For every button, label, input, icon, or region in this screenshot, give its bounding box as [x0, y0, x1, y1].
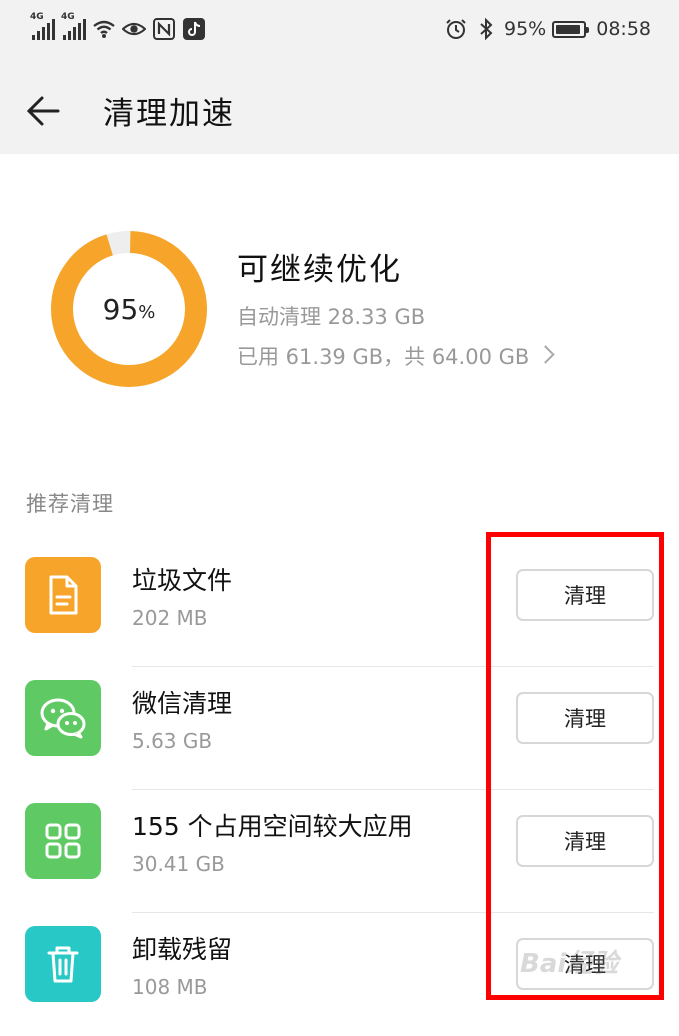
clock: 08:58: [596, 18, 651, 40]
tiktok-icon: [182, 18, 206, 40]
page-title: 清理加速: [103, 96, 235, 132]
document-icon: [49, 575, 78, 615]
item-name: 155 个占用空间较大应用: [132, 812, 413, 841]
storage-usage-link[interactable]: 已用 61.39 GB，共 64.00 GB: [237, 341, 556, 371]
chevron-right-icon: [536, 345, 556, 364]
watermark: Bai经验: [520, 949, 619, 979]
apps-grid-icon: [45, 823, 81, 859]
status-bar: 4G 4G 95% 08:58: [0, 0, 679, 66]
auto-clean-text: 自动清理 28.33 GB: [237, 305, 426, 329]
battery-icon: [552, 20, 590, 38]
storage-used-text: 已用 61.39 GB，共 64.00 GB: [237, 345, 530, 369]
section-label: 推荐清理: [26, 492, 114, 516]
usage-percent-unit: %: [138, 301, 156, 323]
usage-percent-value: 95: [102, 292, 139, 326]
back-arrow-icon: [26, 96, 60, 126]
trash-icon: [47, 946, 79, 983]
item-name: 垃圾文件: [132, 566, 233, 595]
nfc-icon: [152, 18, 176, 40]
battery-percent: 95%: [504, 18, 547, 40]
annotation-highlight-box: [486, 532, 664, 1000]
network-type-label: 4G: [61, 12, 75, 22]
item-size: 202 MB: [132, 606, 208, 630]
bluetooth-icon: [474, 18, 498, 40]
back-button[interactable]: [22, 88, 68, 134]
wechat-icon: [40, 698, 86, 739]
app-bar: 清理加速: [0, 66, 679, 154]
cell-signal-2-icon: 4G: [61, 12, 86, 40]
item-name: 微信清理: [132, 689, 233, 718]
item-size: 108 MB: [132, 975, 208, 999]
item-size: 30.41 GB: [132, 852, 225, 876]
eye-comfort-icon: [122, 18, 146, 40]
wifi-icon: [92, 18, 116, 40]
cell-signal-1-icon: 4G: [30, 12, 55, 40]
alarm-icon: [444, 18, 468, 40]
item-size: 5.63 GB: [132, 729, 213, 753]
usage-percent: 95%: [50, 230, 208, 388]
network-type-label: 4G: [30, 12, 44, 22]
item-name: 卸载残留: [132, 935, 233, 964]
optimization-status: 可继续优化: [237, 252, 402, 288]
